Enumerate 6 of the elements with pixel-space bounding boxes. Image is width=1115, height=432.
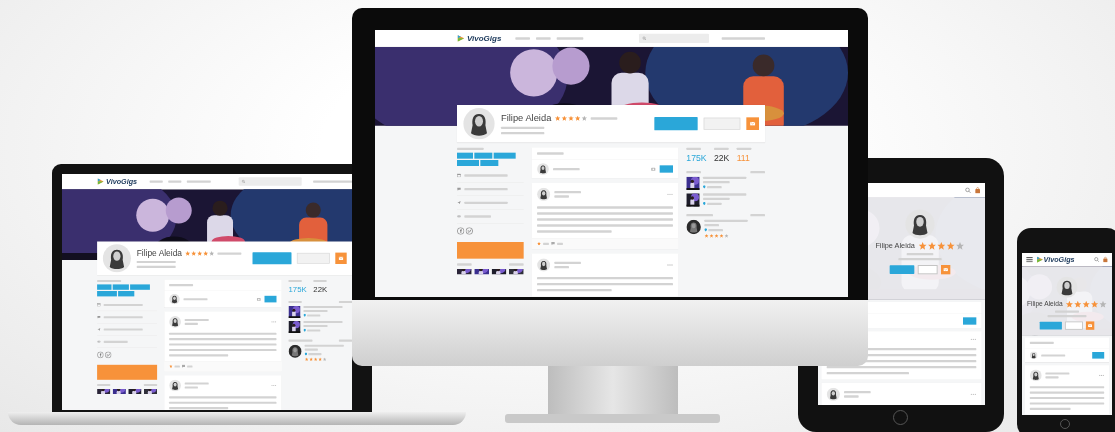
profile-name: Filipe Aleida: [501, 113, 552, 124]
logo-text[interactable]: VivoGigs: [467, 33, 502, 43]
stat-value: 22K: [713, 153, 730, 164]
profile-name: Filipe Aleida: [136, 248, 182, 259]
stat-value: 111: [736, 153, 751, 164]
stat-value: 175K: [686, 153, 707, 164]
